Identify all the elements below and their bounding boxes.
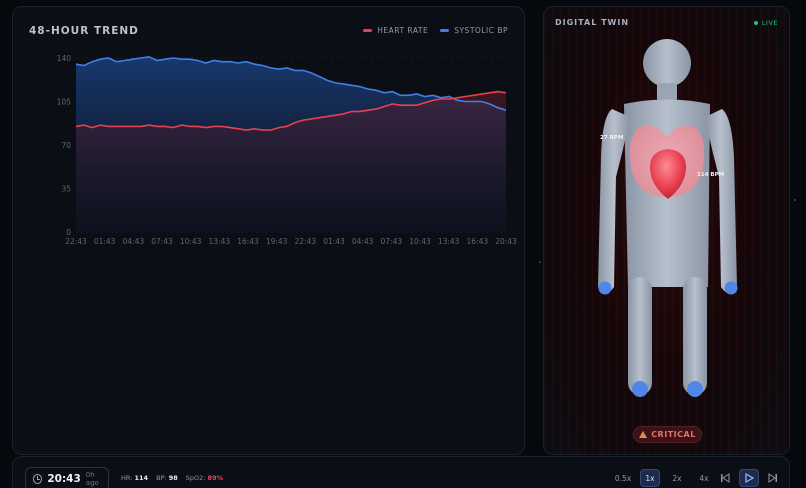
right-leg (683, 277, 707, 395)
vitals-summary: HR: 114 BP: 98 SpO2: 89% (121, 474, 223, 482)
transport-controls (715, 469, 783, 487)
playback-bar: 20:43 0h ago HR: 114 BP: 98 SpO2: 89% 0.… (12, 456, 790, 488)
play-button[interactable] (739, 469, 759, 487)
hr-readout: HR: 114 (121, 474, 148, 482)
y-tick-label: 35 (61, 185, 71, 194)
skip-forward-button[interactable] (763, 469, 783, 487)
current-time: 20:43 (47, 473, 81, 485)
skip-forward-icon (768, 473, 777, 483)
hr-value: 114 (134, 474, 149, 482)
digital-twin-panel: DIGITAL TWIN LIVE 27 RPM 114 BPM CRITICA… (543, 6, 790, 455)
x-tick-label: 01:43 (94, 237, 116, 246)
clock-icon (33, 474, 43, 484)
neck (657, 83, 677, 101)
heart-rate-label: 114 BPM (697, 172, 725, 178)
current-time-display: 20:43 0h ago (25, 467, 109, 488)
skip-back-icon (721, 473, 730, 483)
x-tick-label: 13:43 (209, 237, 231, 246)
critical-label: CRITICAL (651, 430, 696, 439)
x-tick-label: 10:43 (409, 237, 431, 246)
right-foot-sensor (687, 381, 703, 397)
spo2-value: 89% (207, 474, 224, 482)
speed-1x-button[interactable]: 1x (640, 469, 660, 487)
y-tick-label: 0 (66, 228, 71, 237)
x-tick-label: 04:43 (123, 237, 145, 246)
y-tick-label: 140 (57, 54, 72, 63)
x-tick-label: 16:43 (237, 237, 259, 246)
x-tick-label: 01:43 (323, 237, 345, 246)
bp-value: 98 (168, 474, 178, 482)
trend-chart: 0 35 70 105 140 22:43 01:43 04:43 07:43 10:43 13:… (57, 54, 517, 246)
play-icon (745, 473, 754, 483)
left-foot-sensor (632, 381, 648, 397)
hr-key: HR: (121, 474, 133, 482)
respiration-label: 27 RPM (600, 135, 624, 141)
x-tick-label: 07:43 (151, 237, 173, 246)
spo2-readout: SpO2: 89% (186, 474, 223, 482)
x-tick-label: 16:43 (467, 237, 489, 246)
body-figure (598, 39, 738, 397)
x-tick-label: 07:43 (381, 237, 403, 246)
time-ago: 0h ago (85, 471, 99, 487)
right-hand-sensor (724, 281, 738, 295)
head (643, 39, 691, 87)
trend-panel: 48-HOUR TREND HEART RATE SYSTOLIC BP 0 35… (12, 6, 525, 455)
x-tick-label: 22:43 (295, 237, 317, 246)
left-hand-sensor (598, 281, 612, 295)
speed-2x-button[interactable]: 2x (667, 469, 687, 487)
bp-key: BP: (156, 474, 167, 482)
y-tick-label: 105 (57, 98, 72, 107)
right-arm (705, 109, 737, 293)
x-tick-label: 22:43 (65, 237, 87, 246)
bp-readout: BP: 98 (156, 474, 178, 482)
speed-0-5x-button[interactable]: 0.5x (613, 469, 633, 487)
left-leg (628, 277, 652, 395)
skip-back-button[interactable] (715, 469, 735, 487)
warning-icon (639, 431, 648, 438)
speed-selector: 0.5x 1x 2x 4x (613, 469, 714, 487)
y-tick-label: 70 (61, 141, 71, 150)
x-tick-label: 10:43 (180, 237, 202, 246)
x-tick-label: 04:43 (352, 237, 374, 246)
spo2-key: SpO2: (185, 474, 206, 482)
x-tick-label: 20:43 (495, 237, 517, 246)
critical-status-badge: CRITICAL (633, 426, 702, 443)
speed-4x-button[interactable]: 4x (694, 469, 714, 487)
x-tick-label: 19:43 (266, 237, 288, 246)
x-tick-label: 13:43 (438, 237, 460, 246)
